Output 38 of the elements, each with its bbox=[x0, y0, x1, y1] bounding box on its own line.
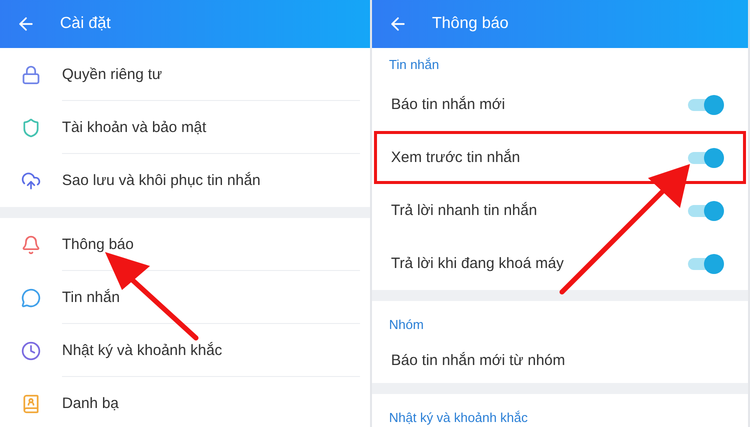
toggle-switch[interactable] bbox=[686, 252, 724, 274]
section-title: Nhóm bbox=[388, 316, 425, 334]
settings-item[interactable]: Sao lưu và khôi phục tin nhắn bbox=[0, 154, 370, 207]
setting-label: Báo tin nhắn mới bbox=[391, 96, 506, 113]
settings-label: Thông báo bbox=[62, 236, 134, 252]
setting-label: Báo tin nhắn mới từ nhóm bbox=[391, 352, 566, 369]
section-title: Nhật ký và khoảnh khắc bbox=[388, 409, 529, 427]
settings-icon bbox=[21, 170, 41, 190]
toggle-switch[interactable] bbox=[686, 146, 724, 168]
settings-label: Danh bạ bbox=[62, 395, 119, 412]
screen-title: Thông báo bbox=[432, 15, 509, 33]
settings-icon bbox=[21, 118, 41, 138]
setting-row[interactable]: Trả lời khi đang khoá máy bbox=[374, 237, 746, 290]
setting-label: Xem trước tin nhắn bbox=[391, 149, 520, 166]
settings-label: Quyền riêng tư bbox=[62, 66, 162, 82]
screen-title: Cài đặt bbox=[60, 15, 111, 33]
settings-item[interactable]: Tài khoản và bảo mật bbox=[0, 101, 370, 154]
settings-icon bbox=[21, 64, 41, 84]
setting-row[interactable]: Trả lời nhanh tin nhắn bbox=[374, 184, 746, 237]
settings-icon bbox=[21, 394, 41, 414]
highlighted-setting-row[interactable]: Xem trước tin nhắn bbox=[374, 131, 746, 184]
toggle-switch[interactable] bbox=[686, 200, 724, 222]
setting-row[interactable]: Báo tin nhắn mới từ nhóm bbox=[374, 338, 746, 383]
settings-label: Sao lưu và khôi phục tin nhắn bbox=[62, 172, 261, 189]
toggle-switch[interactable] bbox=[686, 94, 724, 116]
setting-label: Trả lời khi đang khoá máy bbox=[391, 255, 564, 272]
section-title: Tin nhắn bbox=[388, 56, 440, 74]
settings-label: Tài khoản và bảo mật bbox=[62, 118, 206, 136]
settings-label: Tin nhắn bbox=[62, 288, 120, 306]
settings-icon bbox=[21, 340, 41, 360]
setting-row[interactable]: Báo tin nhắn mới bbox=[374, 78, 746, 131]
settings-item[interactable]: Nhật ký và khoảnh khắc bbox=[0, 324, 370, 377]
settings-icon bbox=[21, 288, 41, 308]
settings-item[interactable]: Danh bạ bbox=[0, 377, 370, 427]
setting-label: Trả lời nhanh tin nhắn bbox=[391, 202, 538, 219]
settings-icon bbox=[21, 234, 41, 254]
settings-item[interactable]: Quyền riêng tư bbox=[0, 48, 370, 101]
settings-label: Nhật ký và khoảnh khắc bbox=[62, 342, 222, 358]
